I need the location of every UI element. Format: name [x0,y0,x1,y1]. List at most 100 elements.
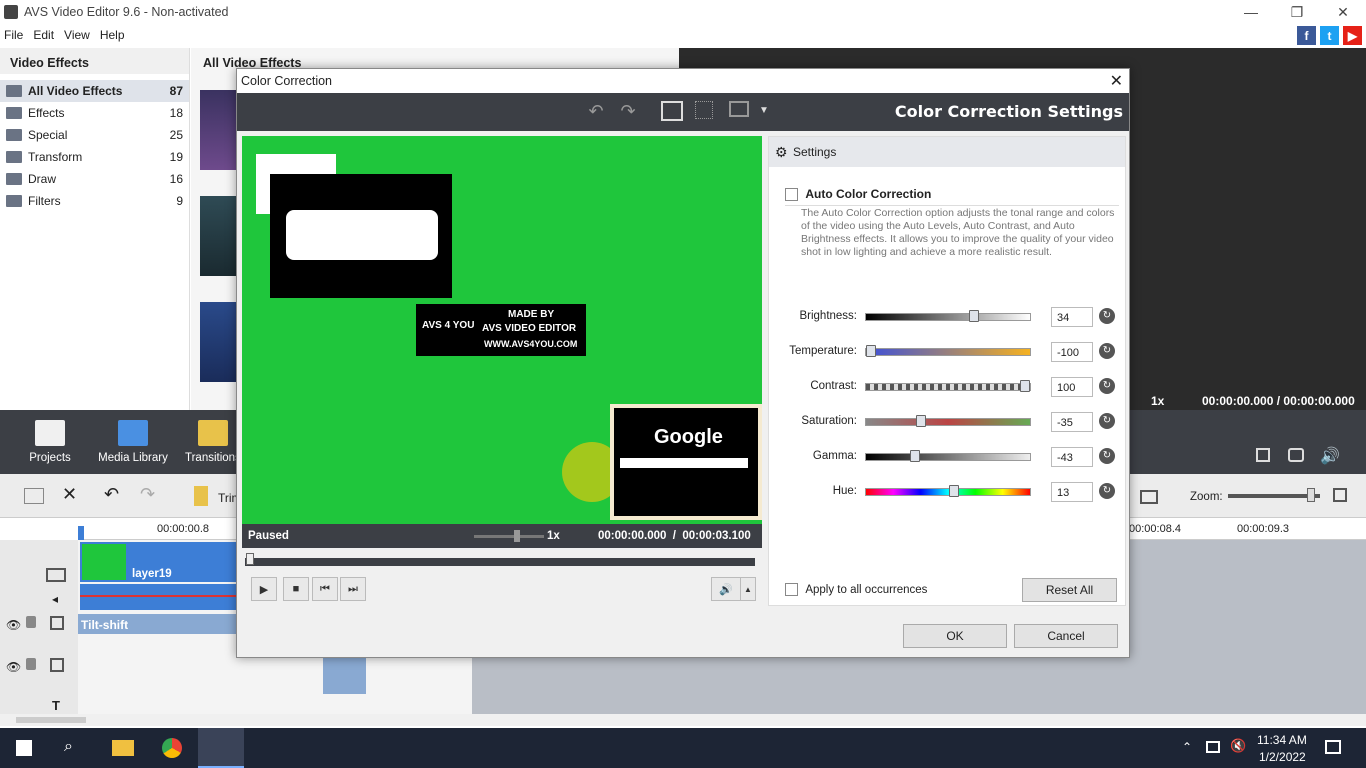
contrast-reset-icon[interactable]: ↻ [1099,378,1115,394]
fit-icon[interactable] [1333,488,1347,502]
clock-date[interactable]: 1/2/2022 [1259,750,1306,764]
apply-all-checkbox[interactable] [785,583,798,597]
contrast-value[interactable]: 100 [1051,377,1093,397]
lock-icon[interactable] [26,658,36,670]
grid-icon[interactable] [695,101,713,119]
lock-icon[interactable] [26,616,36,628]
video-clip[interactable]: layer19 [80,542,240,582]
chevron-down-icon[interactable]: ▼ [753,101,775,121]
hue-value[interactable]: 13 [1051,482,1093,502]
menu-file[interactable]: File [0,28,29,42]
effect-thumbnail[interactable] [200,90,240,170]
category-draw[interactable]: Draw 16 [0,168,189,190]
effect-clip[interactable]: Tilt-shift [78,614,238,634]
twitter-icon[interactable]: t [1320,26,1339,45]
projects-button[interactable]: Projects [25,420,75,464]
facebook-icon[interactable]: f [1297,26,1316,45]
timeline-scrollbar[interactable] [0,714,1366,726]
cancel-button[interactable]: Cancel [1014,624,1118,648]
category-filters[interactable]: Filters 9 [0,190,189,212]
maximize-button[interactable]: ❐ [1274,0,1320,24]
temperature-knob[interactable] [866,345,876,357]
seek-knob[interactable] [246,553,254,565]
split-view-icon[interactable] [661,101,683,121]
auto-color-correction-checkbox[interactable] [785,188,798,202]
reset-all-button[interactable]: Reset All [1022,578,1117,602]
effect-thumbnail[interactable] [200,196,240,276]
hue-reset-icon[interactable]: ↻ [1099,483,1115,499]
transitions-button[interactable]: Transitions [185,420,241,464]
storyboard-icon[interactable] [24,488,44,504]
saturation-value[interactable]: -35 [1051,412,1093,432]
video-preview[interactable]: AVS 4 YOU MADE BY AVS VIDEO EDITOR WWW.A… [242,136,762,524]
monitor-icon[interactable] [1140,490,1158,504]
scrollbar-thumb[interactable] [16,717,86,723]
fullscreen-icon[interactable] [1256,448,1270,462]
eye-icon[interactable]: 👁 [6,660,21,674]
auto-color-correction-row[interactable]: Auto Color Correction [785,187,1119,207]
chrome-icon[interactable] [162,738,182,758]
hue-knob[interactable] [949,485,959,497]
category-effects[interactable]: Effects 18 [0,102,189,124]
menu-view[interactable]: View [60,28,96,42]
gamma-reset-icon[interactable]: ↻ [1099,448,1115,464]
saturation-slider[interactable] [865,415,1031,427]
category-special[interactable]: Special 25 [0,124,189,146]
auto-color-correction-label[interactable]: Auto Color Correction [805,187,931,201]
volume-icon[interactable]: 🔊 [1320,446,1340,466]
camera-icon[interactable] [1288,448,1304,462]
temperature-value[interactable]: -100 [1051,342,1093,362]
gamma-knob[interactable] [910,450,920,462]
delete-icon[interactable]: ✕ [62,484,77,505]
avs-editor-taskbar-icon[interactable] [198,728,244,768]
gamma-value[interactable]: -43 [1051,447,1093,467]
speed-slider[interactable] [474,535,544,538]
media-library-button[interactable]: Media Library [98,420,168,464]
search-icon[interactable]: ⌕ [64,738,73,756]
redo-icon[interactable]: ↷ [140,484,155,505]
clock-time[interactable]: 11:34 AM [1257,733,1307,747]
network-icon[interactable] [1206,741,1220,753]
monitor-dropdown-icon[interactable] [729,101,749,117]
file-explorer-icon[interactable] [112,740,134,756]
effect-thumbnail[interactable] [200,302,240,382]
minimize-button[interactable]: — [1228,0,1274,24]
next-frame-button[interactable]: ⏭ [340,577,366,601]
saturation-knob[interactable] [916,415,926,427]
dialog-close-icon[interactable]: ✕ [1110,71,1123,91]
zoom-slider-knob[interactable] [1307,488,1315,502]
trim-icon[interactable] [194,486,208,506]
previous-frame-button[interactable]: ⏮ [312,577,338,601]
brightness-value[interactable]: 34 [1051,307,1093,327]
youtube-icon[interactable]: ▶ [1343,26,1362,45]
notifications-icon[interactable] [1325,740,1341,754]
undo-icon[interactable]: ↶ [104,484,119,505]
category-transform[interactable]: Transform 19 [0,146,189,168]
playhead-marker[interactable] [78,526,84,540]
menu-help[interactable]: Help [96,28,131,42]
apply-all-row[interactable]: Apply to all occurrences [785,582,927,597]
speed-slider-knob[interactable] [514,530,520,542]
saturation-reset-icon[interactable]: ↻ [1099,413,1115,429]
redo-icon[interactable]: ↷ [617,101,639,121]
brightness-reset-icon[interactable]: ↻ [1099,308,1115,324]
volume-muted-icon[interactable]: 🔇 [1230,738,1246,754]
brightness-knob[interactable] [969,310,979,322]
ok-button[interactable]: OK [903,624,1007,648]
seek-bar[interactable] [245,553,755,566]
stop-button[interactable]: ■ [283,577,309,601]
undo-icon[interactable]: ↶ [585,101,607,121]
windows-start-icon[interactable] [16,740,32,756]
temperature-reset-icon[interactable]: ↻ [1099,343,1115,359]
apply-all-label[interactable]: Apply to all occurrences [805,584,927,596]
eye-icon[interactable]: 👁 [6,618,21,632]
brightness-slider[interactable] [865,310,1031,322]
contrast-slider[interactable] [865,380,1031,392]
gamma-slider[interactable] [865,450,1031,462]
category-all-video-effects[interactable]: All Video Effects 87 [0,80,189,102]
hue-slider[interactable] [865,485,1031,497]
play-button[interactable]: ▶ [251,577,277,601]
audio-clip[interactable] [80,584,240,610]
menu-edit[interactable]: Edit [29,28,60,42]
temperature-slider[interactable] [865,345,1031,357]
